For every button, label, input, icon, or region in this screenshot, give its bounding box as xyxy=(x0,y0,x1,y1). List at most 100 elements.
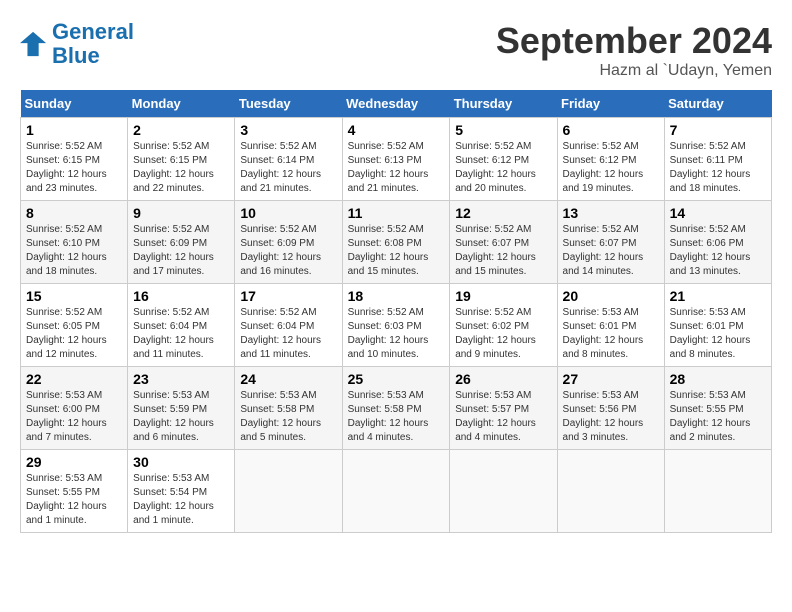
day-number: 30 xyxy=(133,454,229,470)
day-number: 26 xyxy=(455,371,551,387)
day-info: Sunrise: 5:53 AM Sunset: 5:58 PM Dayligh… xyxy=(348,390,429,443)
day-cell xyxy=(450,450,557,533)
day-info: Sunrise: 5:53 AM Sunset: 5:55 PM Dayligh… xyxy=(26,473,107,526)
day-number: 4 xyxy=(348,122,445,138)
day-number: 7 xyxy=(670,122,766,138)
day-info: Sunrise: 5:52 AM Sunset: 6:15 PM Dayligh… xyxy=(133,141,214,194)
day-cell: 10 Sunrise: 5:52 AM Sunset: 6:09 PM Dayli… xyxy=(235,201,342,284)
day-cell: 7Sunrise: 5:52 AM Sunset: 6:11 PM Daylig… xyxy=(664,118,771,201)
day-info: Sunrise: 5:52 AM Sunset: 6:08 PM Dayligh… xyxy=(348,224,429,277)
day-cell: 4 Sunrise: 5:52 AM Sunset: 6:13 PM Daylig… xyxy=(342,118,450,201)
day-number: 12 xyxy=(455,205,551,221)
col-header-monday: Monday xyxy=(128,90,235,118)
logo-line2: Blue xyxy=(52,43,100,68)
week-row-3: 15 Sunrise: 5:52 AM Sunset: 6:05 PM Dayli… xyxy=(21,284,772,367)
day-info: Sunrise: 5:52 AM Sunset: 6:04 PM Dayligh… xyxy=(240,307,321,360)
day-number: 6 xyxy=(563,122,659,138)
day-cell: 30 Sunrise: 5:53 AM Sunset: 5:54 PM Dayli… xyxy=(128,450,235,533)
day-cell: 6 Sunrise: 5:52 AM Sunset: 6:12 PM Daylig… xyxy=(557,118,664,201)
day-info: Sunrise: 5:52 AM Sunset: 6:10 PM Dayligh… xyxy=(26,224,107,277)
day-cell: 2 Sunrise: 5:52 AM Sunset: 6:15 PM Daylig… xyxy=(128,118,235,201)
day-number: 23 xyxy=(133,371,229,387)
day-info: Sunrise: 5:53 AM Sunset: 6:00 PM Dayligh… xyxy=(26,390,107,443)
day-number: 14 xyxy=(670,205,766,221)
title-area: September 2024 Hazm al `Udayn, Yemen xyxy=(496,20,772,80)
location-title: Hazm al `Udayn, Yemen xyxy=(496,62,772,80)
day-number: 29 xyxy=(26,454,122,470)
day-number: 10 xyxy=(240,205,336,221)
day-info: Sunrise: 5:53 AM Sunset: 6:01 PM Dayligh… xyxy=(563,307,644,360)
day-number: 28 xyxy=(670,371,766,387)
day-info: Sunrise: 5:52 AM Sunset: 6:09 PM Dayligh… xyxy=(133,224,214,277)
day-number: 1 xyxy=(26,122,122,138)
day-info: Sunrise: 5:53 AM Sunset: 5:59 PM Dayligh… xyxy=(133,390,214,443)
day-info: Sunrise: 5:53 AM Sunset: 5:54 PM Dayligh… xyxy=(133,473,214,526)
week-row-4: 22Sunrise: 5:53 AM Sunset: 6:00 PM Dayli… xyxy=(21,367,772,450)
month-title: September 2024 xyxy=(496,20,772,62)
day-number: 8 xyxy=(26,205,122,221)
day-info: Sunrise: 5:53 AM Sunset: 5:57 PM Dayligh… xyxy=(455,390,536,443)
day-cell: 17Sunrise: 5:52 AM Sunset: 6:04 PM Dayli… xyxy=(235,284,342,367)
col-header-friday: Friday xyxy=(557,90,664,118)
day-cell: 13Sunrise: 5:52 AM Sunset: 6:07 PM Dayli… xyxy=(557,201,664,284)
col-header-saturday: Saturday xyxy=(664,90,771,118)
day-info: Sunrise: 5:52 AM Sunset: 6:13 PM Dayligh… xyxy=(348,141,429,194)
day-info: Sunrise: 5:52 AM Sunset: 6:07 PM Dayligh… xyxy=(563,224,644,277)
day-info: Sunrise: 5:52 AM Sunset: 6:02 PM Dayligh… xyxy=(455,307,536,360)
day-number: 15 xyxy=(26,288,122,304)
day-info: Sunrise: 5:52 AM Sunset: 6:15 PM Dayligh… xyxy=(26,141,107,194)
col-header-wednesday: Wednesday xyxy=(342,90,450,118)
day-cell: 18 Sunrise: 5:52 AM Sunset: 6:03 PM Dayli… xyxy=(342,284,450,367)
day-number: 20 xyxy=(563,288,659,304)
day-cell: 29 Sunrise: 5:53 AM Sunset: 5:55 PM Dayli… xyxy=(21,450,128,533)
day-cell: 25 Sunrise: 5:53 AM Sunset: 5:58 PM Dayli… xyxy=(342,367,450,450)
day-number: 18 xyxy=(348,288,445,304)
day-number: 25 xyxy=(348,371,445,387)
day-cell: 21Sunrise: 5:53 AM Sunset: 6:01 PM Dayli… xyxy=(664,284,771,367)
logo-line1: General xyxy=(52,19,134,44)
day-cell xyxy=(235,450,342,533)
col-header-tuesday: Tuesday xyxy=(235,90,342,118)
day-number: 3 xyxy=(240,122,336,138)
day-cell: 28 Sunrise: 5:53 AM Sunset: 5:55 PM Dayli… xyxy=(664,367,771,450)
day-cell: 19 Sunrise: 5:52 AM Sunset: 6:02 PM Dayli… xyxy=(450,284,557,367)
day-cell: 20 Sunrise: 5:53 AM Sunset: 6:01 PM Dayli… xyxy=(557,284,664,367)
logo-icon xyxy=(20,30,48,58)
header-row: SundayMondayTuesdayWednesdayThursdayFrid… xyxy=(21,90,772,118)
day-cell: 15 Sunrise: 5:52 AM Sunset: 6:05 PM Dayli… xyxy=(21,284,128,367)
day-cell: 22Sunrise: 5:53 AM Sunset: 6:00 PM Dayli… xyxy=(21,367,128,450)
day-cell: 26 Sunrise: 5:53 AM Sunset: 5:57 PM Dayli… xyxy=(450,367,557,450)
day-number: 2 xyxy=(133,122,229,138)
day-info: Sunrise: 5:52 AM Sunset: 6:12 PM Dayligh… xyxy=(563,141,644,194)
col-header-thursday: Thursday xyxy=(450,90,557,118)
day-cell: 12 Sunrise: 5:52 AM Sunset: 6:07 PM Dayli… xyxy=(450,201,557,284)
day-info: Sunrise: 5:52 AM Sunset: 6:07 PM Dayligh… xyxy=(455,224,536,277)
day-number: 11 xyxy=(348,205,445,221)
day-info: Sunrise: 5:52 AM Sunset: 6:05 PM Dayligh… xyxy=(26,307,107,360)
day-cell: 11 Sunrise: 5:52 AM Sunset: 6:08 PM Dayli… xyxy=(342,201,450,284)
day-number: 19 xyxy=(455,288,551,304)
day-info: Sunrise: 5:52 AM Sunset: 6:04 PM Dayligh… xyxy=(133,307,214,360)
day-cell: 9 Sunrise: 5:52 AM Sunset: 6:09 PM Daylig… xyxy=(128,201,235,284)
day-info: Sunrise: 5:52 AM Sunset: 6:14 PM Dayligh… xyxy=(240,141,321,194)
day-number: 21 xyxy=(670,288,766,304)
day-number: 9 xyxy=(133,205,229,221)
day-info: Sunrise: 5:53 AM Sunset: 5:58 PM Dayligh… xyxy=(240,390,321,443)
day-info: Sunrise: 5:53 AM Sunset: 5:55 PM Dayligh… xyxy=(670,390,751,443)
week-row-2: 8 Sunrise: 5:52 AM Sunset: 6:10 PM Daylig… xyxy=(21,201,772,284)
day-info: Sunrise: 5:53 AM Sunset: 5:56 PM Dayligh… xyxy=(563,390,644,443)
day-number: 16 xyxy=(133,288,229,304)
day-cell: 14Sunrise: 5:52 AM Sunset: 6:06 PM Dayli… xyxy=(664,201,771,284)
day-cell xyxy=(342,450,450,533)
day-info: Sunrise: 5:52 AM Sunset: 6:03 PM Dayligh… xyxy=(348,307,429,360)
header: General Blue September 2024 Hazm al `Uda… xyxy=(20,20,772,80)
logo: General Blue xyxy=(20,20,134,68)
day-info: Sunrise: 5:52 AM Sunset: 6:09 PM Dayligh… xyxy=(240,224,321,277)
col-header-sunday: Sunday xyxy=(21,90,128,118)
day-cell xyxy=(557,450,664,533)
week-row-1: 1 Sunrise: 5:52 AM Sunset: 6:15 PM Daylig… xyxy=(21,118,772,201)
day-cell: 23 Sunrise: 5:53 AM Sunset: 5:59 PM Dayli… xyxy=(128,367,235,450)
day-cell: 5Sunrise: 5:52 AM Sunset: 6:12 PM Daylig… xyxy=(450,118,557,201)
calendar-table: SundayMondayTuesdayWednesdayThursdayFrid… xyxy=(20,90,772,533)
day-cell xyxy=(664,450,771,533)
